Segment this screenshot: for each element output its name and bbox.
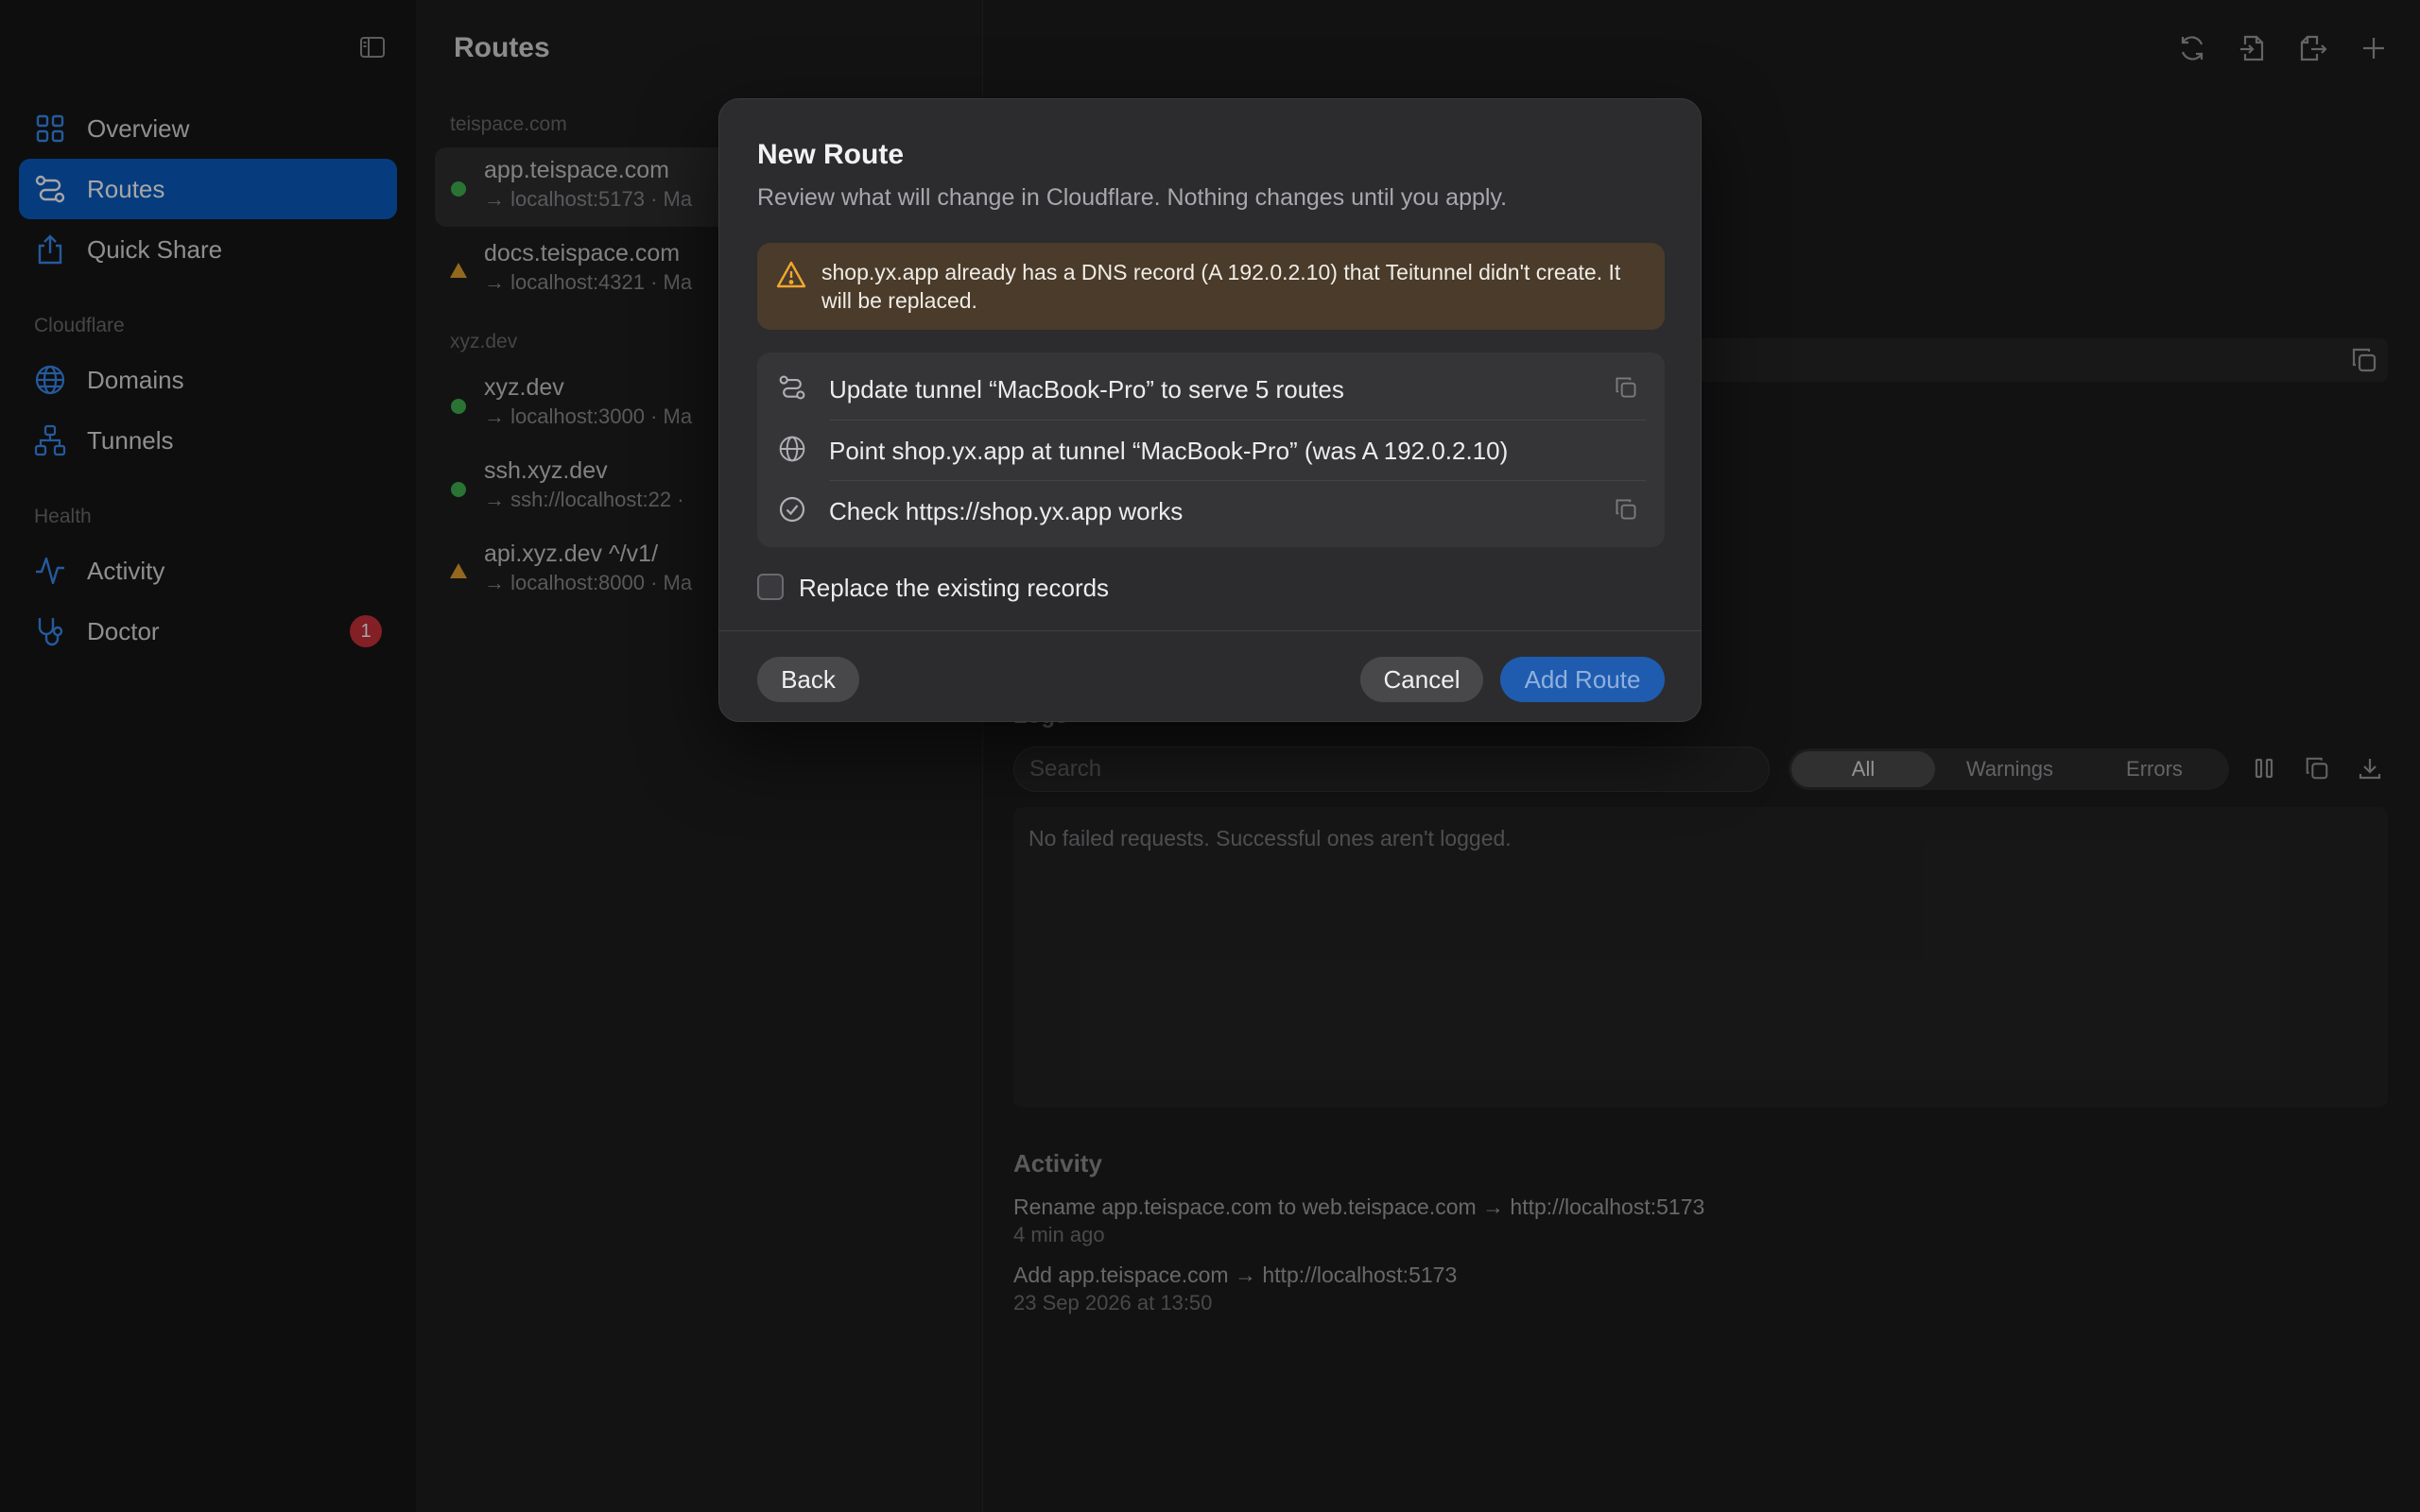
step-text: Update tunnel “MacBook-Pro” to serve 5 r… bbox=[829, 375, 1344, 404]
check-circle-icon bbox=[778, 495, 806, 524]
cancel-button[interactable]: Cancel bbox=[1360, 657, 1483, 702]
new-route-dialog: New Route Review what will change in Clo… bbox=[718, 98, 1702, 722]
back-button[interactable]: Back bbox=[757, 657, 859, 702]
step-text: Point shop.yx.app at tunnel “MacBook-Pro… bbox=[829, 437, 1509, 465]
replace-records-checkbox[interactable] bbox=[757, 574, 784, 600]
copy-icon[interactable] bbox=[1614, 497, 1638, 522]
dialog-divider bbox=[719, 630, 1701, 631]
warning-text: shop.yx.app already has a DNS record (A … bbox=[821, 260, 1621, 313]
step-check-url: Check https://shop.yx.app works bbox=[757, 480, 1665, 541]
routes-icon bbox=[778, 373, 806, 402]
replace-records-label[interactable]: Replace the existing records bbox=[799, 574, 1109, 603]
dialog-title: New Route bbox=[757, 139, 905, 170]
step-text: Check https://shop.yx.app works bbox=[829, 497, 1184, 525]
add-route-button[interactable]: Add Route bbox=[1500, 657, 1665, 702]
step-update-tunnel: Update tunnel “MacBook-Pro” to serve 5 r… bbox=[757, 358, 1665, 419]
dns-conflict-warning: shop.yx.app already has a DNS record (A … bbox=[757, 243, 1665, 330]
warning-icon bbox=[776, 260, 806, 290]
copy-icon[interactable] bbox=[1614, 375, 1638, 400]
dialog-subtitle: Review what will change in Cloudflare. N… bbox=[757, 184, 1508, 211]
change-steps-list: Update tunnel “MacBook-Pro” to serve 5 r… bbox=[757, 352, 1665, 547]
step-point-dns: Point shop.yx.app at tunnel “MacBook-Pro… bbox=[757, 420, 1665, 480]
globe-icon bbox=[778, 435, 806, 463]
